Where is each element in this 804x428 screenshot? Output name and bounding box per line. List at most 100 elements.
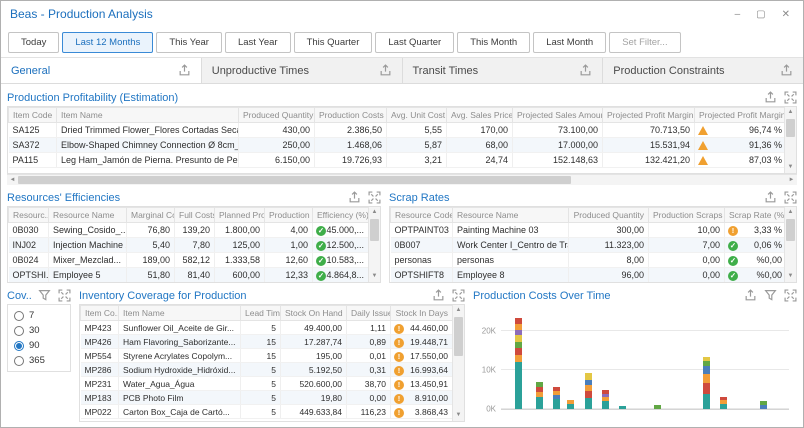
table-row[interactable]: MP423Sunflower Oil_Aceite de Gir...549.4…: [81, 321, 453, 335]
tab-general[interactable]: General: [1, 58, 202, 83]
column-header[interactable]: Stock On Hand: [281, 306, 347, 321]
column-header[interactable]: Avg. Unit Cost: [387, 108, 447, 123]
filter-icon[interactable]: [764, 289, 777, 302]
column-header[interactable]: Marginal Costs: [127, 208, 175, 223]
tab-production-constraints[interactable]: Production Constraints: [603, 58, 803, 83]
table-row[interactable]: PA115Leg Ham_Jamón de Pierna. Presunto d…: [9, 153, 785, 168]
filter-button-this-quarter[interactable]: This Quarter: [294, 32, 373, 53]
column-header[interactable]: Produced Quantity: [239, 108, 315, 123]
filter-button-today[interactable]: Today: [8, 32, 59, 53]
stacked-bar[interactable]: [515, 312, 522, 409]
column-header[interactable]: Item Name: [119, 306, 241, 321]
minimize-button[interactable]: –: [735, 9, 741, 20]
export-icon[interactable]: [379, 64, 392, 77]
expand-icon[interactable]: [784, 289, 797, 302]
coverage-option-365[interactable]: 365: [14, 355, 64, 366]
filter-button-last-quarter[interactable]: Last Quarter: [375, 32, 454, 53]
column-header[interactable]: Planned Pro...: [215, 208, 265, 223]
column-header[interactable]: Avg. Sales Price: [447, 108, 513, 123]
column-header[interactable]: Scrap Rate (%): [725, 208, 785, 223]
coverage-option-30[interactable]: 30: [14, 325, 64, 336]
coverage-option-7[interactable]: 7: [14, 310, 64, 321]
export-icon[interactable]: [178, 64, 191, 77]
column-header[interactable]: Item Name: [57, 108, 239, 123]
close-button[interactable]: ✕: [782, 9, 790, 20]
column-header[interactable]: Produced Quantity: [569, 208, 649, 223]
column-header[interactable]: Lead Time: [241, 306, 281, 321]
radio-button[interactable]: [14, 341, 24, 351]
export-icon[interactable]: [764, 91, 777, 104]
table-row[interactable]: INJ02Injection Machine 25,407,80125,001,…: [9, 238, 369, 253]
export-icon[interactable]: [579, 64, 592, 77]
vertical-scrollbar[interactable]: ▲ ▼: [368, 207, 380, 282]
scroll-thumb[interactable]: [786, 219, 795, 241]
filter-button-set-filter[interactable]: Set Filter...: [609, 32, 680, 53]
stacked-bar[interactable]: [703, 312, 710, 409]
stacked-bar[interactable]: [760, 312, 767, 409]
scroll-up-arrow[interactable]: ▲: [785, 107, 796, 118]
scroll-thumb[interactable]: [370, 219, 379, 241]
scroll-down-arrow[interactable]: ▼: [453, 410, 464, 421]
table-row[interactable]: 0B030Sewing_Cosido_...76,80139,201.800,0…: [9, 223, 369, 238]
filter-button-last-year[interactable]: Last Year: [225, 32, 291, 53]
stacked-bar[interactable]: [567, 312, 574, 409]
column-header[interactable]: Item Co...: [81, 306, 119, 321]
tab-unproductive-times[interactable]: Unproductive Times: [202, 58, 403, 83]
column-header[interactable]: Daily Issues: [347, 306, 391, 321]
table-row[interactable]: OPTSHIFT8Employee 896,000,00✓%0,00: [391, 268, 785, 283]
vertical-scrollbar[interactable]: ▲ ▼: [784, 207, 796, 282]
column-header[interactable]: Item Code: [9, 108, 57, 123]
stacked-bar[interactable]: [619, 312, 626, 409]
table-row[interactable]: personaspersonas8,000,00✓%0,00: [391, 253, 785, 268]
radio-button[interactable]: [14, 356, 24, 366]
filter-button-last-month[interactable]: Last Month: [533, 32, 606, 53]
filter-button-last-12-months[interactable]: Last 12 Months: [62, 32, 153, 53]
table-row[interactable]: 0B024Mixer_Mezclad...189,00582,121.333,5…: [9, 253, 369, 268]
expand-icon[interactable]: [452, 289, 465, 302]
scroll-down-arrow[interactable]: ▼: [369, 271, 380, 282]
scroll-left-arrow[interactable]: ◄: [7, 175, 18, 185]
scroll-up-arrow[interactable]: ▲: [785, 207, 796, 218]
table-row[interactable]: MP554Styrene Acrylates Copolym...15195,0…: [81, 349, 453, 363]
column-header[interactable]: Production Costs: [315, 108, 387, 123]
stacked-bar[interactable]: [602, 312, 609, 409]
column-header[interactable]: Resourc...: [9, 208, 49, 223]
filter-button-this-month[interactable]: This Month: [457, 32, 530, 53]
column-header[interactable]: Stock In Days: [391, 306, 453, 321]
vertical-scrollbar[interactable]: ▲ ▼: [784, 107, 796, 173]
export-icon[interactable]: [780, 64, 793, 77]
maximize-button[interactable]: ▢: [756, 9, 765, 20]
column-header[interactable]: Projected Profit Margin (%): [695, 108, 785, 123]
table-row[interactable]: OPTPAINT03Painting Machine 03300,0010,00…: [391, 223, 785, 238]
column-header[interactable]: Resource Name: [453, 208, 569, 223]
export-icon[interactable]: [432, 289, 445, 302]
scroll-thumb[interactable]: [454, 317, 463, 356]
export-icon[interactable]: [764, 191, 777, 204]
scroll-down-arrow[interactable]: ▼: [785, 162, 796, 173]
stacked-bar[interactable]: [536, 312, 543, 409]
scroll-up-arrow[interactable]: ▲: [369, 207, 380, 218]
table-row[interactable]: MP231Water_Agua_Água5520.600,0038,70!13.…: [81, 377, 453, 391]
scroll-down-arrow[interactable]: ▼: [785, 271, 796, 282]
table-row[interactable]: MP183PCB Photo Film519,800,00!8.910,00: [81, 391, 453, 405]
table-row[interactable]: MP286Sodium Hydroxide_Hidróxid...55.192,…: [81, 363, 453, 377]
table-row[interactable]: OPTSHI...Employee 551,8081,40600,0012,33…: [9, 268, 369, 283]
stacked-bar[interactable]: [585, 312, 592, 409]
coverage-option-90[interactable]: 90: [14, 340, 64, 351]
column-header[interactable]: Production Ti...: [265, 208, 313, 223]
radio-button[interactable]: [14, 311, 24, 321]
export-icon[interactable]: [744, 289, 757, 302]
scroll-right-arrow[interactable]: ►: [786, 175, 797, 185]
filter-button-this-year[interactable]: This Year: [156, 32, 222, 53]
expand-icon[interactable]: [784, 191, 797, 204]
vertical-scrollbar[interactable]: ▲ ▼: [452, 305, 464, 421]
table-row[interactable]: SA125Dried Trimmed Flower_Flores Cortada…: [9, 123, 785, 138]
scroll-up-arrow[interactable]: ▲: [453, 305, 464, 316]
filter-icon[interactable]: [38, 289, 51, 302]
table-row[interactable]: MP426Ham Flavoring_Saborizante...1517.28…: [81, 335, 453, 349]
expand-icon[interactable]: [368, 191, 381, 204]
column-header[interactable]: Projected Profit Margin: [603, 108, 695, 123]
horizontal-scrollbar[interactable]: ◄ ►: [7, 174, 797, 185]
table-row[interactable]: 0B007Work Center I_Centro de Trabajo I11…: [391, 238, 785, 253]
tab-transit-times[interactable]: Transit Times: [403, 58, 604, 83]
